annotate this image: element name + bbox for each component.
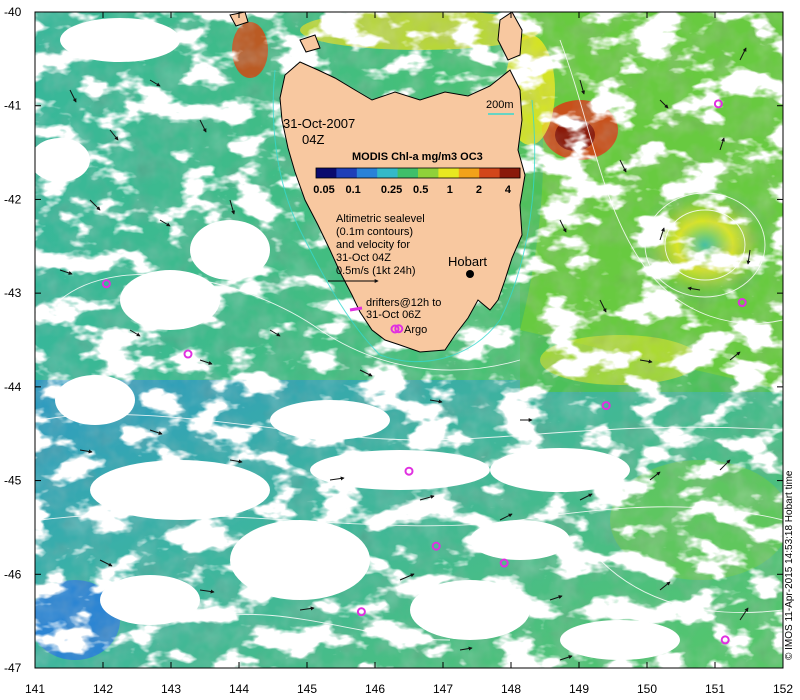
drifter-legend-line: drifters@12h to: [366, 297, 441, 309]
city-label: Hobart: [448, 254, 487, 269]
isobath-label: 200m: [486, 99, 514, 111]
lon-tick-label: 152: [773, 682, 793, 696]
altimetry-legend-line: and velocity for: [336, 239, 410, 251]
colorbar-segment: [397, 168, 419, 178]
hobart-marker: [466, 270, 474, 278]
lon-tick-label: 143: [161, 682, 181, 696]
lon-tick-label: 144: [229, 682, 249, 696]
drifter-legend-line: 31-Oct 06Z: [366, 309, 421, 321]
lon-tick-label: 145: [297, 682, 317, 696]
colorbar-segment: [418, 168, 439, 178]
colorbar-tick-label: 0.5: [413, 184, 428, 196]
chlorophyll-field: [35, 12, 783, 668]
colorbar-segment: [499, 168, 521, 178]
colorbar-tick-label: 0.25: [381, 184, 402, 196]
lat-tick-label: -45: [4, 474, 22, 488]
colorbar-segment: [479, 168, 501, 178]
colorbar-title: MODIS Chl-a mg/m3 OC3: [352, 151, 483, 163]
lat-tick-label: -44: [4, 380, 22, 394]
altimetry-legend-line: (0.1m contours): [336, 226, 413, 238]
lon-tick-label: 142: [93, 682, 113, 696]
colorbar-segment: [438, 168, 460, 178]
image-credit: © IMOS 11-Apr-2015 14:53:18 Hobart time: [784, 470, 795, 660]
lat-tick-label: -42: [4, 192, 22, 206]
lat-tick-label: -43: [4, 286, 22, 300]
colorbar-segment: [377, 168, 399, 178]
colorbar-segment: [356, 168, 378, 178]
map-time: 04Z: [302, 132, 324, 147]
colorbar: [315, 167, 521, 179]
colorbar-segment: [336, 168, 358, 178]
lon-tick-label: 151: [705, 682, 725, 696]
lon-tick-label: 141: [25, 682, 45, 696]
colorbar-tick-label: 4: [505, 184, 512, 196]
colorbar-tick-label: 1: [447, 184, 453, 196]
colorbar-tick-label: 0.05: [313, 184, 334, 196]
map-date: 31-Oct-2007: [283, 116, 355, 131]
lat-tick-label: -47: [4, 661, 22, 675]
ocean-color-map: 141 142 143 144 145 146 147 148 149 150 151 152-40-…: [4, 5, 795, 696]
lat-tick-label: -41: [4, 99, 22, 113]
colorbar-tick-label: 0.1: [345, 184, 360, 196]
lon-tick-label: 147: [433, 682, 453, 696]
altimetry-legend-line: 0.5m/s (1kt 24h): [336, 265, 415, 277]
colorbar-segment: [458, 168, 480, 178]
altimetry-legend-line: 31-Oct 04Z: [336, 252, 391, 264]
colorbar-segment: [316, 168, 337, 178]
drifter-track: [349, 306, 363, 312]
lon-tick-label: 146: [365, 682, 385, 696]
argo-label: Argo: [404, 324, 427, 336]
lon-tick-label: 149: [569, 682, 589, 696]
lat-tick-label: -46: [4, 567, 22, 581]
lon-tick-label: 148: [501, 682, 521, 696]
lat-tick-label: -40: [4, 5, 22, 19]
colorbar-tick-label: 2: [476, 184, 482, 196]
altimetry-legend-line: Altimetric sealevel: [336, 213, 425, 225]
lon-tick-label: 150: [637, 682, 657, 696]
